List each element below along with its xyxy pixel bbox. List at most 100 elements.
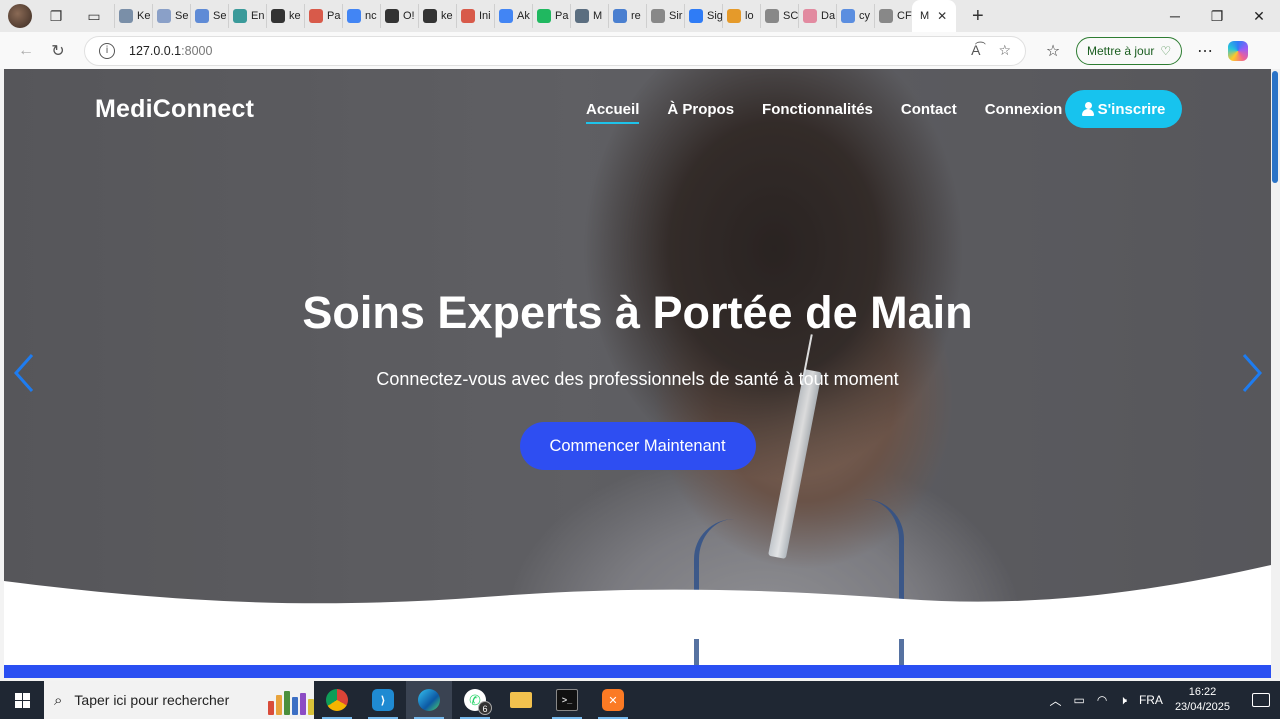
signup-button[interactable]: S'inscrire: [1065, 90, 1182, 128]
browser-tab[interactable]: nc: [342, 4, 380, 28]
wifi-icon[interactable]: ◠: [1097, 693, 1107, 707]
tab-favicon-icon: [651, 9, 665, 23]
page-scrollbar[interactable]: [1271, 69, 1280, 678]
tab-title: Pa: [555, 10, 569, 22]
browser-tab[interactable]: Pa: [532, 4, 570, 28]
browser-tab[interactable]: O!: [380, 4, 418, 28]
clock-date: 23/04/2025: [1174, 701, 1230, 713]
tab-title: CF: [897, 10, 912, 22]
tab-favicon-icon: [271, 9, 285, 23]
browser-tab[interactable]: Ak: [494, 4, 532, 28]
tab-title: SC: [783, 10, 798, 22]
back-icon[interactable]: ←: [10, 42, 42, 60]
hero-wave-divider: [4, 565, 1271, 639]
close-window-icon[interactable]: ✕: [1238, 8, 1280, 25]
tab-favicon-icon: [157, 9, 171, 23]
scrollbar-thumb[interactable]: [1272, 71, 1278, 183]
browser-tab[interactable]: Ini: [456, 4, 494, 28]
new-tab-button[interactable]: +: [972, 5, 984, 28]
taskbar-terminal[interactable]: >_: [544, 681, 590, 719]
search-books-illustration: [268, 685, 314, 715]
tab-favicon-icon: [309, 9, 323, 23]
get-started-button[interactable]: Commencer Maintenant: [519, 422, 756, 470]
tab-favicon-icon: [385, 9, 399, 23]
edge-icon: [418, 689, 440, 711]
browser-tab[interactable]: ke: [418, 4, 456, 28]
nav-link-contact[interactable]: Contact: [901, 101, 957, 124]
browser-tab[interactable]: CF: [874, 4, 912, 28]
browser-tab-active[interactable]: M ✕: [912, 0, 956, 32]
page-viewport: MediConnect Accueil À Propos Fonctionnal…: [4, 69, 1271, 678]
chevron-up-icon[interactable]: ︿: [1050, 692, 1062, 709]
tab-actions-icon[interactable]: ▭: [80, 2, 108, 30]
nav-link-connexion[interactable]: Connexion: [985, 101, 1063, 124]
section-blue-bar: [4, 665, 1271, 678]
favorites-icon[interactable]: ☆: [1040, 41, 1066, 61]
nav-link-fonctionnalites[interactable]: Fonctionnalités: [762, 101, 873, 124]
browser-tab[interactable]: M: [570, 4, 608, 28]
nav-link-a-propos[interactable]: À Propos: [667, 101, 734, 124]
search-placeholder: Taper ici pour rechercher: [74, 692, 230, 708]
taskbar-edge[interactable]: [406, 681, 452, 719]
clock[interactable]: 16:22 23/04/2025: [1175, 685, 1230, 715]
update-heart-icon: ♡: [1160, 43, 1172, 58]
taskbar-chrome[interactable]: [314, 681, 360, 719]
tab-close-icon[interactable]: ✕: [937, 9, 947, 23]
language-indicator[interactable]: FRA: [1139, 693, 1163, 707]
volume-muted-icon[interactable]: 🕨: [1119, 693, 1127, 708]
browser-tab[interactable]: ke: [266, 4, 304, 28]
copilot-icon[interactable]: [1228, 40, 1249, 61]
tab-title: O!: [403, 10, 415, 22]
browser-tab[interactable]: lo: [722, 4, 760, 28]
favorite-star-icon[interactable]: ☆: [998, 42, 1011, 59]
taskbar-whatsapp[interactable]: ✆ 6: [452, 681, 498, 719]
update-label: Mettre à jour: [1087, 43, 1155, 58]
more-menu-icon[interactable]: ⋯: [1192, 41, 1218, 61]
browser-tab[interactable]: Se: [152, 4, 190, 28]
profile-avatar[interactable]: [8, 4, 32, 28]
nav-link-accueil[interactable]: Accueil: [586, 101, 640, 124]
restore-icon[interactable]: ❐: [1196, 8, 1238, 25]
update-button[interactable]: Mettre à jour ♡: [1076, 36, 1183, 65]
notifications-icon[interactable]: [1252, 693, 1270, 707]
taskbar-search[interactable]: ⌕ Taper ici pour rechercher: [44, 681, 314, 719]
tab-list: Ke Se Se En ke Pa nc O! ke Ini Ak Pa Mre Sir Sig lo SC Da…: [114, 0, 956, 32]
tab-favicon-icon: [879, 9, 893, 23]
read-aloud-icon[interactable]: A͡: [971, 42, 980, 59]
taskbar-vscode[interactable]: ⟩: [360, 681, 406, 719]
tab-title: nc: [365, 10, 377, 22]
browser-tab[interactable]: Sir: [646, 4, 684, 28]
browser-tab[interactable]: SC: [760, 4, 798, 28]
minimize-icon[interactable]: ─: [1154, 8, 1196, 25]
tab-favicon-icon: [347, 9, 361, 23]
browser-tab[interactable]: Se: [190, 4, 228, 28]
tab-title: Ak: [517, 10, 530, 22]
browser-tab[interactable]: Pa: [304, 4, 342, 28]
browser-tab[interactable]: Da: [798, 4, 836, 28]
browser-tab[interactable]: En: [228, 4, 266, 28]
hero-content: Soins Experts à Portée de Main Connectez…: [4, 283, 1271, 470]
tab-favicon-icon: [461, 9, 475, 23]
browser-tab[interactable]: re: [608, 4, 646, 28]
taskbar-file-explorer[interactable]: [498, 681, 544, 719]
tab-favicon-icon: [575, 9, 589, 23]
tab-title: lo: [745, 10, 754, 22]
tab-favicon-icon: [195, 9, 209, 23]
workspaces-icon[interactable]: ❐: [42, 2, 70, 30]
start-button[interactable]: [0, 681, 44, 719]
browser-tab[interactable]: Ke: [114, 4, 152, 28]
refresh-icon[interactable]: ↻: [42, 41, 74, 61]
browser-tab[interactable]: cy: [836, 4, 874, 28]
url-host: 127.0.0.1: [129, 43, 182, 58]
tab-title: Se: [175, 10, 189, 22]
site-brand[interactable]: MediConnect: [95, 95, 254, 124]
site-navbar: MediConnect Accueil À Propos Fonctionnal…: [4, 69, 1271, 149]
taskbar-xampp[interactable]: ✕: [590, 681, 636, 719]
tab-favicon-icon: [537, 9, 551, 23]
site-info-icon[interactable]: i: [99, 42, 115, 59]
browser-tab[interactable]: Sig: [684, 4, 722, 28]
tab-title: re: [631, 10, 641, 22]
tab-title: Ke: [137, 10, 151, 22]
battery-icon[interactable]: ▭: [1074, 693, 1085, 707]
address-bar[interactable]: i 127.0.0.1 :8000 A͡ ☆: [84, 35, 1026, 66]
